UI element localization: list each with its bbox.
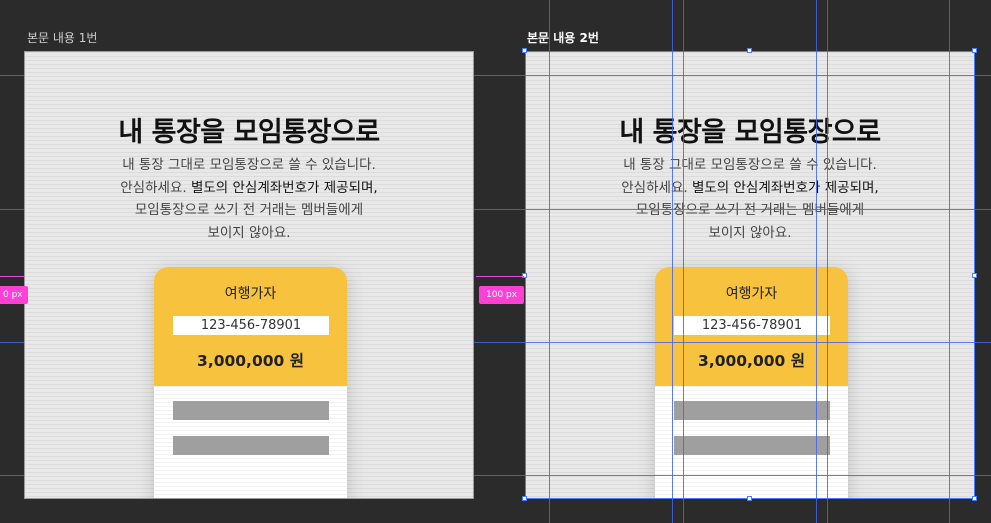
description: 내 통장 그대로 모임통장으로 쓸 수 있습니다. 안심하세요. 별도의 안심계… [25, 154, 473, 244]
resize-handle[interactable] [747, 48, 752, 53]
layout-guide-vertical [683, 0, 684, 523]
distance-measure-line [0, 276, 24, 277]
layout-guide-vertical [816, 0, 817, 523]
resize-handle[interactable] [972, 273, 977, 278]
layout-guide-vertical [549, 0, 550, 523]
description: 내 통장 그대로 모임통장으로 쓸 수 있습니다. 안심하세요. 별도의 안심계… [526, 154, 974, 244]
distance-badge-right: 100 px [479, 286, 525, 304]
layout-guide-horizontal [474, 209, 991, 210]
description-line-4: 보이지 않아요. [207, 224, 291, 241]
placeholder-bar [173, 436, 329, 455]
account-card-header: 여행가자 123-456-78901 3,000,000 원 [154, 267, 347, 386]
layout-guide-vertical [672, 0, 673, 523]
account-number: 123-456-78901 [173, 316, 329, 335]
frame-label-2[interactable]: 본문 내용 2번 [527, 29, 599, 46]
layout-guide-horizontal [474, 475, 991, 476]
placeholder-bar [674, 436, 830, 455]
frame-1[interactable]: 내 통장을 모임통장으로 내 통장 그대로 모임통장으로 쓸 수 있습니다. 안… [24, 51, 474, 499]
resize-handle[interactable] [972, 496, 977, 501]
layout-guide-horizontal [0, 209, 24, 210]
description-line-1: 내 통장 그대로 모임통장으로 쓸 수 있습니다. [122, 157, 376, 173]
description-line-1: 내 통장 그대로 모임통장으로 쓸 수 있습니다. [623, 157, 877, 173]
description-line-4: 보이지 않아요. [708, 224, 792, 241]
account-card-body [154, 386, 347, 498]
layout-guide-horizontal [0, 75, 24, 76]
account-balance: 3,000,000 원 [197, 352, 304, 370]
layout-guide-horizontal [0, 342, 24, 343]
distance-measure-line [476, 276, 524, 277]
layout-guide-vertical [949, 0, 950, 523]
resize-handle[interactable] [522, 496, 527, 501]
layout-guide-horizontal [474, 75, 991, 76]
placeholder-bar [173, 401, 329, 420]
description-line-3: 모임통장으로 쓰기 전 거래는 멤버들에게 [134, 202, 364, 218]
account-name: 여행가자 [224, 286, 277, 302]
resize-handle[interactable] [972, 48, 977, 53]
layout-guide-horizontal [474, 342, 991, 343]
account-number: 123-456-78901 [674, 316, 830, 335]
account-card[interactable]: 여행가자 123-456-78901 3,000,000 원 [154, 267, 347, 498]
headline: 내 통장을 모임통장으로 [619, 117, 881, 148]
distance-badge-left: 0 px [0, 286, 28, 304]
layout-guide-horizontal [0, 475, 24, 476]
frame-2[interactable]: 내 통장을 모임통장으로 내 통장 그대로 모임통장으로 쓸 수 있습니다. 안… [525, 51, 975, 499]
headline: 내 통장을 모임통장으로 [118, 117, 380, 148]
description-line-2: 안심하세요. 별도의 안심계좌번호가 제공되며, [120, 179, 378, 196]
placeholder-bar [674, 401, 830, 420]
description-line-3: 모임통장으로 쓰기 전 거래는 멤버들에게 [635, 202, 865, 218]
frame-label-1[interactable]: 본문 내용 1번 [27, 29, 97, 46]
resize-handle[interactable] [522, 48, 527, 53]
layout-guide-vertical [827, 0, 828, 523]
description-line-2: 안심하세요. 별도의 안심계좌번호가 제공되며, [621, 179, 879, 196]
resize-handle[interactable] [747, 496, 752, 501]
